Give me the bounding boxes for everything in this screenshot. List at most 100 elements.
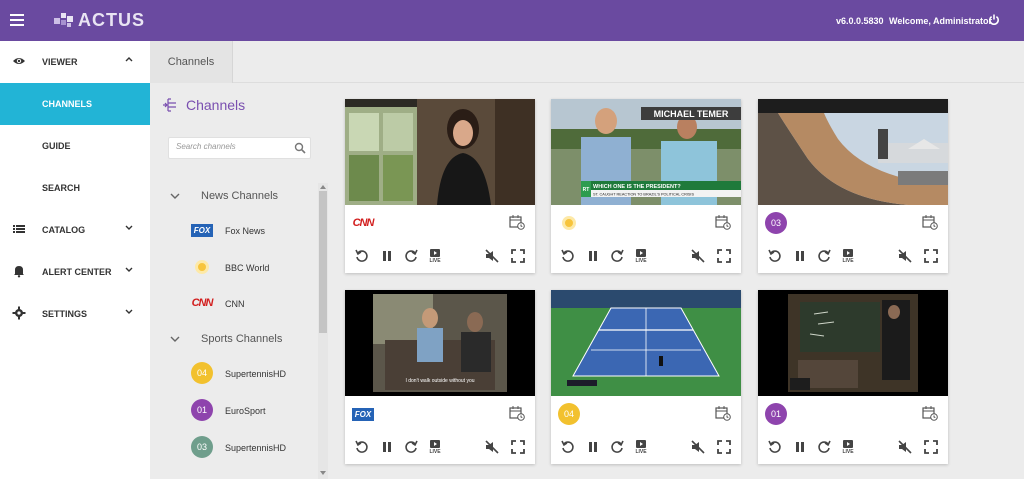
rewind-button[interactable] bbox=[767, 439, 783, 455]
fullscreen-button[interactable] bbox=[923, 248, 939, 264]
live-button[interactable]: LIVE bbox=[427, 439, 443, 455]
fullscreen-button[interactable] bbox=[716, 439, 732, 455]
pause-icon bbox=[589, 251, 597, 261]
sidebar-item-settings[interactable]: SETTINGS bbox=[0, 293, 150, 335]
fullscreen-button[interactable] bbox=[923, 439, 939, 455]
channel-item-cnn[interactable]: CNN CNN bbox=[190, 289, 320, 317]
pause-icon bbox=[383, 251, 391, 261]
mute-button[interactable] bbox=[897, 248, 913, 264]
pause-button[interactable] bbox=[379, 439, 395, 455]
scroll-thumb[interactable] bbox=[319, 191, 327, 333]
fullscreen-button[interactable] bbox=[510, 248, 526, 264]
live-button[interactable]: LIVE bbox=[840, 248, 856, 264]
channel-item-supertennishd[interactable]: 04 SupertennisHD bbox=[190, 359, 320, 387]
video-card: I don't walk outside without you FOX LIV… bbox=[345, 290, 535, 464]
mute-button[interactable] bbox=[484, 439, 500, 455]
actus-logo-icon bbox=[54, 13, 73, 27]
video-player[interactable] bbox=[758, 99, 948, 205]
live-label: LIVE bbox=[429, 449, 441, 455]
chevron-down-icon bbox=[125, 267, 133, 272]
channel-item-bbc-world[interactable]: BBC World bbox=[190, 253, 320, 281]
fullscreen-icon bbox=[511, 440, 525, 454]
pause-button[interactable] bbox=[792, 248, 808, 264]
fullscreen-icon bbox=[717, 249, 731, 263]
mute-button[interactable] bbox=[484, 248, 500, 264]
live-button[interactable]: LIVE bbox=[840, 439, 856, 455]
rewind-button[interactable] bbox=[354, 439, 370, 455]
group-sports-channels[interactable]: Sports Channels bbox=[170, 330, 315, 350]
pause-button[interactable] bbox=[585, 439, 601, 455]
video-player[interactable]: I don't walk outside without you bbox=[345, 290, 535, 396]
forward-button[interactable] bbox=[609, 439, 625, 455]
menu-icon[interactable] bbox=[10, 14, 24, 26]
search-icon[interactable] bbox=[294, 142, 306, 154]
forward-button[interactable] bbox=[403, 439, 419, 455]
video-frame: I don't walk outside without you bbox=[345, 290, 535, 396]
live-label: LIVE bbox=[635, 449, 647, 455]
sidebar-item-label: SEARCH bbox=[42, 183, 81, 193]
forward-button[interactable] bbox=[816, 248, 832, 264]
live-label: LIVE bbox=[842, 449, 854, 455]
channel-item-eurosport[interactable]: 01 EuroSport bbox=[190, 396, 320, 424]
forward-button[interactable] bbox=[816, 439, 832, 455]
channel-item-supertennishd-2[interactable]: 03 SupertennisHD bbox=[190, 433, 320, 461]
caption-line-2: ST. CAUGHT REACTION TO BRAZIL'S POLITICA… bbox=[593, 193, 694, 197]
pause-button[interactable] bbox=[379, 248, 395, 264]
scroll-up-icon[interactable] bbox=[320, 185, 326, 189]
replay-icon bbox=[768, 249, 781, 262]
rewind-button[interactable] bbox=[354, 248, 370, 264]
group-news-channels[interactable]: News Channels bbox=[170, 187, 315, 207]
fullscreen-button[interactable] bbox=[510, 439, 526, 455]
mute-button[interactable] bbox=[897, 439, 913, 455]
video-frame bbox=[345, 99, 535, 205]
pause-button[interactable] bbox=[792, 439, 808, 455]
cnn-logo-text: CNN bbox=[352, 217, 375, 229]
schedule-icon[interactable] bbox=[715, 405, 731, 421]
channel-label: Fox News bbox=[225, 226, 266, 236]
sidebar-item-viewer[interactable]: VIEWER bbox=[0, 41, 150, 83]
schedule-icon[interactable] bbox=[922, 405, 938, 421]
schedule-icon[interactable] bbox=[509, 405, 525, 421]
fox-logo-text: FOX bbox=[190, 223, 214, 237]
power-icon[interactable] bbox=[988, 14, 1000, 26]
logo[interactable]: ACTUS bbox=[52, 9, 145, 31]
sidebar-item-channels[interactable]: CHANNELS bbox=[0, 83, 150, 125]
volume-off-icon bbox=[691, 249, 705, 263]
mute-button[interactable] bbox=[690, 439, 706, 455]
sidebar-item-alert-center[interactable]: ALERT CENTER bbox=[0, 251, 150, 293]
mute-button[interactable] bbox=[690, 248, 706, 264]
schedule-icon[interactable] bbox=[922, 214, 938, 230]
sidebar-item-search[interactable]: SEARCH bbox=[0, 167, 150, 209]
schedule-icon[interactable] bbox=[509, 214, 525, 230]
fullscreen-icon bbox=[924, 440, 938, 454]
live-label: LIVE bbox=[842, 258, 854, 264]
schedule-icon[interactable] bbox=[715, 214, 731, 230]
live-button[interactable]: LIVE bbox=[633, 439, 649, 455]
group-label: News Channels bbox=[201, 190, 279, 202]
forward-button[interactable] bbox=[609, 248, 625, 264]
scroll-down-icon[interactable] bbox=[320, 471, 326, 475]
forward-button[interactable] bbox=[403, 248, 419, 264]
live-label: LIVE bbox=[635, 258, 647, 264]
rewind-button[interactable] bbox=[560, 439, 576, 455]
channel-item-fox-news[interactable]: FOX Fox News bbox=[190, 216, 320, 244]
tab-channels[interactable]: Channels bbox=[150, 41, 233, 83]
fullscreen-icon bbox=[511, 249, 525, 263]
sidebar-item-catalog[interactable]: CATALOG bbox=[0, 209, 150, 251]
live-button[interactable]: LIVE bbox=[633, 248, 649, 264]
video-player[interactable] bbox=[345, 99, 535, 205]
forward-icon bbox=[405, 249, 418, 262]
video-player[interactable] bbox=[551, 290, 741, 396]
pause-button[interactable] bbox=[585, 248, 601, 264]
live-button[interactable]: LIVE bbox=[427, 248, 443, 264]
video-player[interactable]: MICHAEL TEMER WHICH ONE IS THE PRESIDENT… bbox=[551, 99, 741, 205]
rewind-button[interactable] bbox=[560, 248, 576, 264]
rewind-button[interactable] bbox=[767, 248, 783, 264]
replay-icon bbox=[355, 249, 368, 262]
fox-logo: FOX bbox=[351, 403, 375, 425]
search-input[interactable] bbox=[176, 142, 286, 151]
sidebar-item-guide[interactable]: GUIDE bbox=[0, 125, 150, 167]
panel-scrollbar[interactable] bbox=[318, 183, 328, 479]
video-player[interactable] bbox=[758, 290, 948, 396]
fullscreen-button[interactable] bbox=[716, 248, 732, 264]
